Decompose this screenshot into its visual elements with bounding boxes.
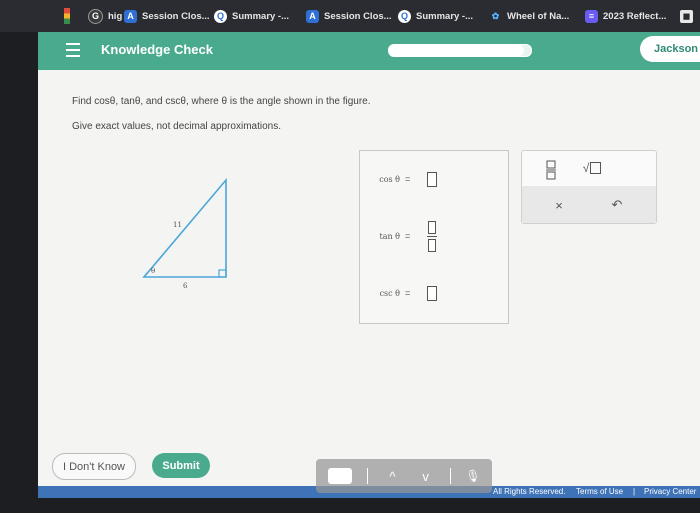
sqrt-symbol: √ xyxy=(582,161,590,175)
cos-input[interactable] xyxy=(427,172,437,187)
tab-hig[interactable]: G hig xyxy=(88,5,122,27)
toolbar-divider xyxy=(449,468,451,484)
tab-label: Summary -... xyxy=(232,10,290,22)
question-prompt: Find cosθ, tanθ, and cscθ, where θ is th… xyxy=(72,96,371,107)
toolbar-divider xyxy=(367,468,369,484)
equals-sign: = xyxy=(405,231,411,241)
cos-label: cos θ xyxy=(379,175,400,184)
microphone-icon[interactable]: 🎙 xyxy=(465,467,480,485)
tan-denominator-input[interactable] xyxy=(428,239,436,252)
dont-know-button[interactable]: I Don't Know xyxy=(52,453,136,480)
tools-actions: × ↶ xyxy=(522,186,656,223)
undo-icon[interactable]: ↶ xyxy=(607,195,627,215)
clear-icon[interactable]: × xyxy=(549,195,569,215)
tan-fraction-input xyxy=(427,221,437,253)
answer-panel: cos θ = tan θ = csc θ = xyxy=(359,150,509,324)
tan-row: tan θ = xyxy=(360,221,508,252)
bookmark-flag-icon[interactable] xyxy=(64,8,70,24)
tab-2023-reflect[interactable]: ≡ 2023 Reflect... xyxy=(585,5,666,27)
question-instructions: Give exact values, not decimal approxima… xyxy=(72,121,281,132)
chevron-up-icon[interactable]: ^ xyxy=(383,467,401,485)
user-menu-button[interactable]: Jackson xyxy=(640,36,700,62)
app-header: Knowledge Check Jackson xyxy=(38,32,700,70)
chevron-down-icon[interactable]: v xyxy=(417,467,435,485)
privacy-link[interactable]: Privacy Center xyxy=(644,487,696,496)
tab-label: Session Clos... xyxy=(324,10,392,22)
tab-session-closed-2[interactable]: A Session Clos... xyxy=(306,5,392,27)
keyboard-icon[interactable] xyxy=(328,468,352,484)
angle-label: θ xyxy=(151,267,155,275)
terms-link[interactable]: Terms of Use xyxy=(576,487,623,496)
hypotenuse-label: 11 xyxy=(173,221,182,229)
tab-app-icon: ◼ xyxy=(680,9,693,23)
equals-sign: = xyxy=(405,174,411,184)
sqrt-icon[interactable]: √ xyxy=(580,159,604,177)
menu-icon[interactable] xyxy=(66,43,80,57)
tab-label: 2023 Reflect... xyxy=(603,10,667,22)
tab-session-closed-1[interactable]: A Session Clos... xyxy=(124,5,210,27)
a-app-icon: A xyxy=(124,9,137,23)
tan-label: tan θ xyxy=(379,232,401,241)
doc-icon: ≡ xyxy=(585,9,598,23)
progress-fill xyxy=(389,45,524,56)
cos-row: cos θ = xyxy=(360,170,508,190)
fraction-bar xyxy=(427,236,437,237)
wheel-icon: ✿ xyxy=(491,10,500,21)
triangle-figure: 11 6 θ xyxy=(138,172,243,292)
tab-extra[interactable]: ◼ xyxy=(680,5,693,27)
browser-tab-bar: G hig A Session Clos... Q Summary -... A… xyxy=(0,0,700,32)
right-angle-marker xyxy=(218,269,227,278)
right-triangle xyxy=(142,177,227,278)
progress-bar xyxy=(388,44,532,57)
tab-summary-2[interactable]: Q Summary -... xyxy=(398,5,473,27)
footer-rights: All Rights Reserved. xyxy=(493,487,566,496)
tab-summary-1[interactable]: Q Summary -... xyxy=(214,5,289,27)
csc-label: csc θ xyxy=(379,289,400,298)
screen-toolbar: ^ v 🎙 xyxy=(316,459,492,493)
google-icon: G xyxy=(88,8,103,24)
csc-input[interactable] xyxy=(427,286,437,301)
q-app-icon: Q xyxy=(398,9,411,23)
tab-wheel-of-names[interactable]: ✿ Wheel of Na... xyxy=(489,5,570,27)
base-label: 6 xyxy=(183,282,188,290)
page-title: Knowledge Check xyxy=(101,42,213,57)
tab-label: hig xyxy=(108,10,123,22)
equals-sign: = xyxy=(405,288,411,298)
csc-row: csc θ = xyxy=(360,284,508,304)
a-app-icon: A xyxy=(306,9,319,23)
tan-numerator-input[interactable] xyxy=(428,221,436,234)
tools-palette: √ xyxy=(522,151,656,186)
app-window: Knowledge Check Jackson Find cosθ, tanθ,… xyxy=(38,32,700,498)
submit-button[interactable]: Submit xyxy=(152,453,210,478)
footer-separator: | xyxy=(633,487,636,496)
fraction-icon[interactable] xyxy=(544,159,558,181)
tab-label: Session Clos... xyxy=(142,10,210,22)
tab-label: Summary -... xyxy=(416,10,474,22)
math-tools-panel: √ × ↶ xyxy=(521,150,657,224)
tab-label: Wheel of Na... xyxy=(507,10,570,22)
q-app-icon: Q xyxy=(214,9,227,23)
